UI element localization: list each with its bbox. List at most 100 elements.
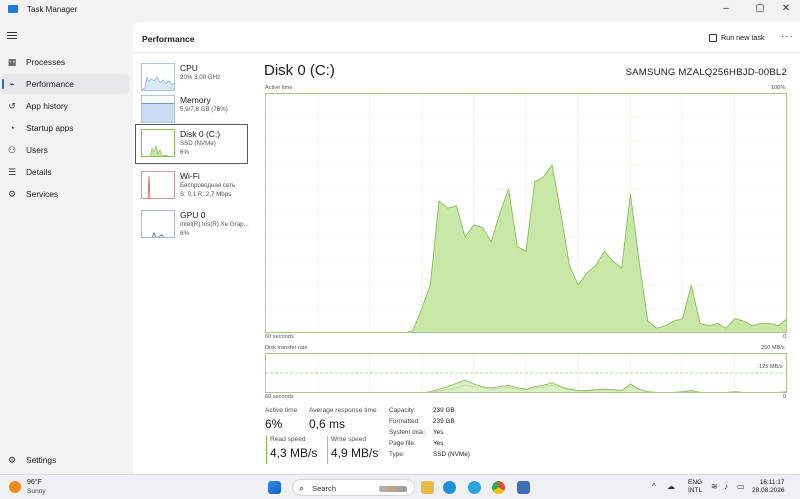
maximize-button[interactable]: ▢ — [746, 1, 774, 15]
resource-name: GPU 0 — [180, 210, 206, 220]
resource-usage: 6% — [180, 230, 189, 237]
transfer-rate-caption: Disk transfer rate — [265, 345, 308, 351]
time-right-label-2: 0 — [783, 394, 787, 400]
onedrive-icon[interactable]: ☁ — [667, 482, 675, 491]
sidebar-item-label: Startup apps — [26, 123, 74, 133]
gear-icon: ⚙ — [7, 455, 17, 465]
chevron-up-icon[interactable]: ^ — [652, 482, 656, 491]
transfer-rate-max: 250 MB/s — [761, 345, 785, 351]
resource-gpu0[interactable]: GPU 0 Intel(R) Iris(R) Xe Grap... 6% — [135, 205, 249, 245]
page-file-label: Page file: — [389, 440, 416, 447]
resource-usage: 6% — [180, 149, 189, 156]
weather-temperature[interactable]: 96°F — [27, 479, 42, 486]
run-task-label: Run new task — [721, 33, 765, 42]
language-code: ENG — [688, 479, 703, 486]
capacity-label: Capacity: — [389, 407, 416, 414]
write-speed-indicator — [327, 436, 328, 464]
resource-detail: Беспроводная сеть — [180, 182, 236, 189]
sidebar-item-settings[interactable]: ⚙ Settings — [0, 450, 131, 470]
more-options-button[interactable]: ··· — [781, 31, 794, 42]
disk-model: SAMSUNG MZALQ256HBJD-00BL2 — [625, 67, 787, 78]
write-speed-value: 4,9 MB/s — [331, 446, 379, 460]
resource-wifi[interactable]: Wi-Fi Беспроводная сеть S: 0,1 R: 2,7 Mb… — [135, 166, 248, 206]
language-indicator[interactable]: ENG INTL — [688, 479, 702, 495]
resource-name: Wi-Fi — [180, 171, 200, 181]
file-explorer-icon[interactable] — [421, 481, 434, 494]
users-icon: ⚇ — [7, 145, 17, 155]
sidebar-item-label: Services — [26, 189, 59, 199]
read-speed-label: Read speed — [270, 436, 306, 443]
clock-time: 16:11:17 — [759, 479, 785, 486]
edge-icon[interactable] — [443, 481, 456, 494]
active-indicator — [2, 79, 4, 89]
formatted-label: Formatted: — [389, 418, 420, 425]
start-windows-icon[interactable] — [268, 481, 281, 494]
time-left-label-2: 60 seconds — [265, 394, 294, 400]
search-placeholder: Search — [312, 484, 337, 493]
task-manager-icon — [8, 5, 18, 13]
task-manager-taskbar-icon[interactable] — [517, 481, 530, 494]
active-time-stat-value: 6% — [265, 417, 283, 431]
resource-detail: 5,9/7,8 GB (76%) — [180, 106, 228, 113]
close-button[interactable]: ✕ — [772, 1, 800, 15]
transfer-rate-chart — [265, 353, 787, 393]
avg-response-label: Average response time — [309, 407, 377, 414]
minimize-button[interactable]: – — [712, 1, 740, 15]
sidebar-item-users[interactable]: ⚇ Users — [0, 140, 131, 160]
avg-response-value: 0,6 ms — [309, 417, 346, 431]
search-icon: ⌕ — [299, 483, 305, 493]
sidebar-item-label: Processes — [26, 57, 66, 67]
taskbar: 96°F Sunny ⌕ Search ^ ☁ ENG INTL ≋ ♪ ▭ 1… — [0, 474, 800, 499]
sidebar-item-startup-apps[interactable]: ◔ Startup apps — [0, 118, 131, 138]
active-time-max: 100% — [771, 85, 786, 91]
transfer-rate-mid: 125 MB/s — [759, 364, 783, 370]
system-disk-value: Yes — [433, 429, 444, 436]
cpu-thumbnail — [141, 63, 175, 91]
type-value: SSD (NVMe) — [433, 451, 470, 458]
page-file-value: Yes — [433, 440, 444, 447]
wifi-icon[interactable]: ≋ — [711, 482, 718, 491]
sidebar-item-services[interactable]: ⚙ Services — [0, 184, 131, 204]
wifi-thumbnail — [141, 171, 175, 199]
time-right-label: 0 — [783, 334, 787, 340]
volume-icon[interactable]: ♪ — [724, 482, 728, 491]
active-time-chart — [265, 93, 787, 333]
title-bar: Task Manager – ▢ ✕ — [0, 0, 800, 22]
hamburger-menu-icon[interactable] — [7, 30, 17, 41]
run-task-icon — [709, 33, 717, 42]
sidebar: ▦ Processes ⌁ Performance ↺ App history … — [0, 22, 133, 474]
resource-disk0[interactable]: Disk 0 (C:) SSD (NVMe) 6% — [135, 124, 248, 164]
battery-icon[interactable]: ▭ — [737, 482, 745, 491]
resource-detail: 20% 3,00 GHz — [180, 74, 221, 81]
sidebar-item-details[interactable]: ☰ Details — [0, 162, 131, 182]
run-new-task-button[interactable]: Run new task — [709, 33, 765, 42]
telegram-icon[interactable] — [468, 481, 481, 494]
active-time-stat-label: Active time — [265, 407, 298, 414]
sidebar-item-app-history[interactable]: ↺ App history — [0, 96, 131, 116]
system-disk-label: System disk: — [389, 429, 426, 436]
details-icon: ☰ — [7, 167, 17, 177]
grid-icon: ▦ — [7, 57, 17, 67]
resource-name: Memory — [180, 95, 211, 105]
sidebar-item-processes[interactable]: ▦ Processes — [0, 52, 131, 72]
window-title: Task Manager — [27, 5, 78, 14]
sidebar-item-label: App history — [26, 101, 68, 111]
system-clock[interactable]: 16:11:17 28.08.2026 — [752, 479, 785, 495]
memory-thumbnail — [141, 95, 175, 123]
sidebar-item-performance[interactable]: ⌁ Performance — [2, 74, 129, 94]
sun-icon[interactable] — [9, 481, 21, 493]
taskbar-search[interactable]: ⌕ Search — [292, 479, 415, 496]
keyboard-layout: INTL — [688, 487, 703, 494]
sidebar-item-label: Performance — [26, 79, 74, 89]
main-panel: Performance Run new task ··· CPU 20% 3,0… — [133, 22, 800, 474]
type-label: Type: — [389, 451, 405, 458]
chrome-icon[interactable] — [492, 481, 505, 494]
startup-icon: ◔ — [9, 123, 15, 133]
time-left-label: 60 seconds — [265, 334, 294, 340]
disk-thumbnail — [141, 129, 175, 157]
weather-condition[interactable]: Sunny — [27, 488, 46, 495]
read-speed-indicator — [266, 436, 267, 464]
disk-title: Disk 0 (C:) — [264, 62, 335, 79]
services-icon: ⚙ — [7, 189, 17, 199]
resource-detail: SSD (NVMe) — [180, 140, 216, 147]
